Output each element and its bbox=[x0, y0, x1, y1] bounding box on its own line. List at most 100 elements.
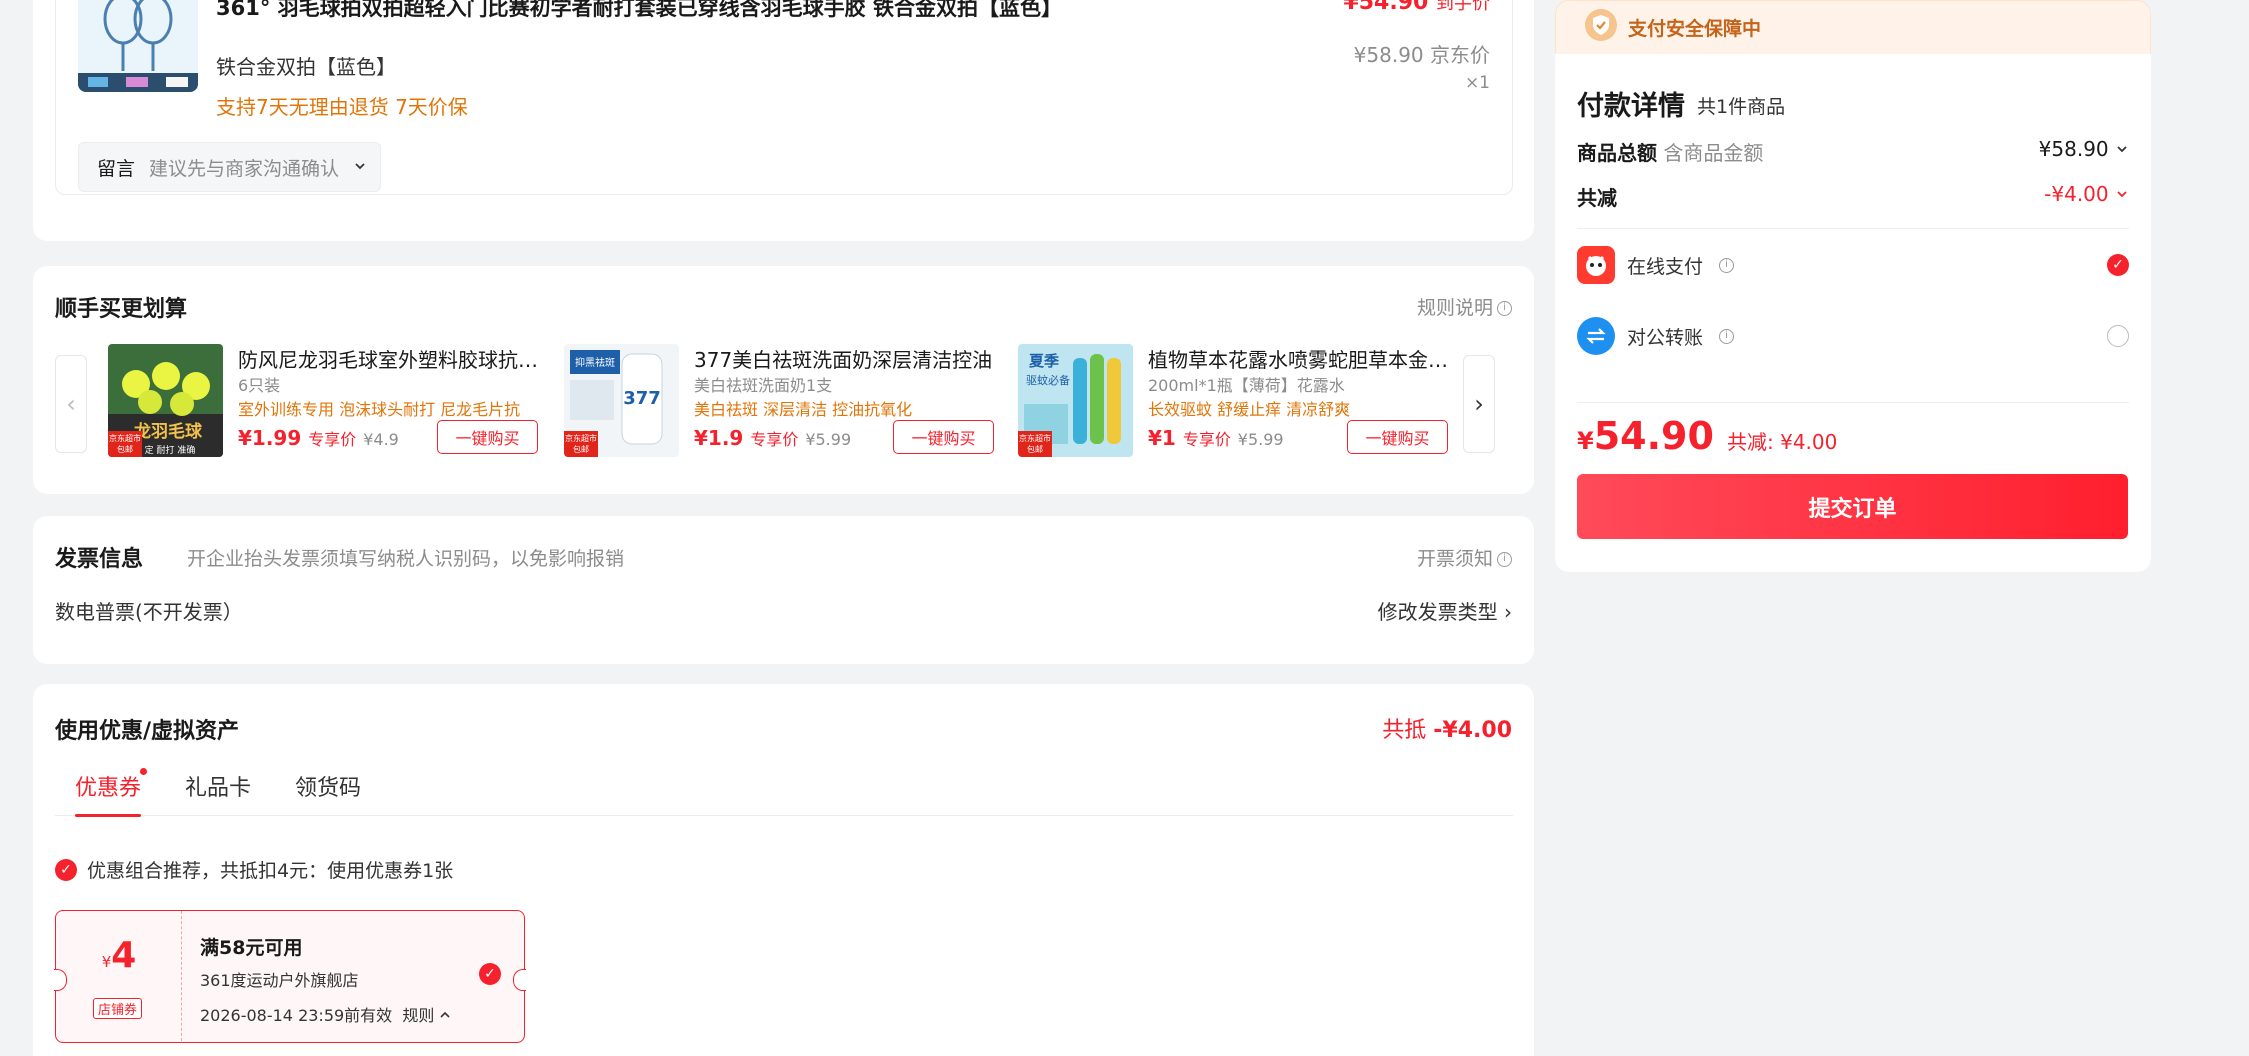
coupon-total-label: 共抵 bbox=[1382, 718, 1427, 743]
coupon-rule-link[interactable]: 规则 bbox=[402, 1006, 434, 1025]
total-sub: 含商品金额 bbox=[1663, 141, 1764, 165]
coupon-recommend[interactable]: ✓ 优惠组合推荐，共抵扣4元：使用优惠券1张 bbox=[55, 856, 453, 883]
addon-price-value: ¥1 bbox=[1148, 426, 1176, 450]
invoice-type: 数电普票(不开发票） bbox=[55, 600, 243, 624]
divider bbox=[1577, 402, 2129, 403]
thumb-badge: 京东超市 包邮 bbox=[564, 431, 598, 457]
addon-tags: 室外训练专用 泡沫球头耐打 尼龙毛片抗 bbox=[238, 400, 521, 419]
coupon-condition: 满58元可用 bbox=[200, 937, 303, 959]
message-placeholder: 建议先与商家沟通确认 bbox=[149, 157, 340, 180]
tab-redeem-code[interactable]: 领货码 bbox=[295, 770, 361, 816]
total-amount: ¥58.90 bbox=[2038, 137, 2109, 161]
payment-method-online[interactable]: 在线支付 i ✓ bbox=[1577, 245, 2129, 285]
invoice-notice-link[interactable]: 开票须知 i bbox=[1417, 544, 1512, 571]
product-spec: 铁合金双拍【蓝色】 bbox=[216, 55, 396, 79]
addon-price: ¥1.9 专享价 ¥5.99 bbox=[694, 426, 851, 450]
hand-price-label: 到手价 bbox=[1436, 0, 1490, 14]
transfer-icon bbox=[1577, 317, 1615, 355]
payment-panel: 付款详情 共1件商品 商品总额 含商品金额 ¥58.90 共减 -¥4.00 在… bbox=[1555, 54, 2151, 572]
addon-tags: 长效驱蚊 舒缓止痒 清凉舒爽 bbox=[1148, 400, 1351, 419]
invoice-notice-label: 开票须知 bbox=[1416, 548, 1493, 570]
message-label: 留言 bbox=[97, 157, 136, 180]
coupon-total: 共抵 -¥4.00 bbox=[1382, 712, 1512, 744]
product-title[interactable]: 361° 羽毛球拍双拍超轻入门比赛初学者耐打套装已穿线含羽毛球手胶 铁合金双拍【… bbox=[216, 0, 1216, 22]
discount-label: 共减 bbox=[1577, 186, 1617, 210]
change-invoice-type-link[interactable]: 修改发票类型 › bbox=[1378, 596, 1512, 625]
addon-section: 顺手买更划算 规则说明 i ‹ 龙羽毛球 定 耐打 准确 京东超市 包邮 防风尼龙… bbox=[33, 266, 1534, 494]
coupon-ticket[interactable]: ¥4 店铺券 满58元可用 361度运动户外旗舰店 2026-08-14 23:… bbox=[54, 910, 526, 1043]
invoice-title: 发票信息 bbox=[55, 547, 144, 572]
product-image[interactable] bbox=[78, 0, 198, 92]
coupon-section: 使用优惠/虚拟资产 共抵 -¥4.00 优惠券 礼品卡 领货码 ✓ 优惠组合推荐… bbox=[33, 684, 1534, 1056]
coupon-total-value: -¥4.00 bbox=[1433, 718, 1512, 743]
addon-price-value: ¥1.9 bbox=[694, 426, 744, 450]
total-label: 商品总额 bbox=[1577, 141, 1657, 165]
coupon-title: 使用优惠/虚拟资产 bbox=[55, 719, 240, 744]
addon-sub: 美白祛斑洗面奶1支 bbox=[694, 376, 833, 395]
total-value: ¥58.90 bbox=[2039, 137, 2129, 161]
change-invoice-label: 修改发票类型 bbox=[1377, 600, 1498, 624]
check-icon: ✓ bbox=[55, 858, 77, 881]
addon-thumb[interactable]: 夏季 驱蚊必备 京东超市 包邮 bbox=[1018, 344, 1133, 457]
addon-buy-button[interactable]: 一键购买 bbox=[1347, 420, 1448, 454]
thumb-text: 龙羽毛球 bbox=[133, 421, 203, 442]
product-guarantee: 支持7天无理由退货 7天价保 bbox=[216, 95, 468, 119]
discount-value: -¥4.00 bbox=[2044, 182, 2129, 206]
addon-rules-link[interactable]: 规则说明 i bbox=[1417, 293, 1512, 320]
addon-price-label: 专享价 bbox=[750, 430, 799, 449]
submit-order-button[interactable]: 提交订单 bbox=[1577, 474, 2128, 539]
addon-name[interactable]: 植物草本花露水喷雾蛇胆草本金银花 bbox=[1148, 344, 1448, 373]
invoice-section: 发票信息 开企业抬头发票须填写纳税人识别码，以免影响报销 开票须知 i 数电普票(… bbox=[33, 516, 1534, 664]
product-jd-price: ¥58.90 京东价 bbox=[1353, 43, 1490, 67]
tab-label: 领货码 bbox=[295, 776, 362, 801]
coupon-currency: ¥ bbox=[101, 953, 112, 971]
discount-row[interactable]: 共减 -¥4.00 bbox=[1577, 182, 2129, 211]
carousel-next-button[interactable]: › bbox=[1463, 355, 1495, 453]
addon-orig-price: ¥5.99 bbox=[1237, 430, 1284, 449]
payment-method-transfer[interactable]: 对公转账 i bbox=[1577, 316, 2129, 356]
coupon-selected-check-icon[interactable]: ✓ bbox=[479, 963, 501, 985]
total-row[interactable]: 商品总额 含商品金额 ¥58.90 bbox=[1577, 137, 2129, 166]
final-currency: ¥ bbox=[1577, 427, 1594, 455]
method-online-label: 在线支付 bbox=[1627, 255, 1704, 278]
addon-buy-button[interactable]: 一键购买 bbox=[893, 420, 994, 454]
shield-icon bbox=[1584, 8, 1618, 47]
tab-label: 礼品卡 bbox=[185, 776, 252, 801]
chevron-right-icon: › bbox=[1504, 600, 1512, 624]
selected-check-icon: ✓ bbox=[2107, 254, 2129, 276]
info-icon: i bbox=[1497, 552, 1512, 567]
chevron-up-icon bbox=[439, 1006, 451, 1025]
info-icon[interactable]: i bbox=[1719, 257, 1735, 273]
addon-name[interactable]: 377美白祛斑洗面奶深层清洁控油 bbox=[694, 344, 994, 373]
coupon-value-area: ¥4 店铺券 bbox=[56, 911, 182, 1041]
addon-item: 龙羽毛球 定 耐打 准确 京东超市 包邮 防风尼龙羽毛球室外塑料胶球抗风耐打 6… bbox=[108, 344, 538, 460]
payment-safe-bar: 支付安全保障中 bbox=[1555, 0, 2151, 55]
chevron-down-icon bbox=[2115, 137, 2129, 161]
product-quantity: ×1 bbox=[1464, 73, 1490, 93]
addon-name[interactable]: 防风尼龙羽毛球室外塑料胶球抗风耐打 bbox=[238, 344, 538, 373]
chevron-down-icon bbox=[353, 156, 367, 178]
final-amount: 54.90 bbox=[1593, 414, 1714, 458]
coupon-amount: ¥4 bbox=[56, 935, 182, 976]
tab-coupon[interactable]: 优惠券 bbox=[75, 768, 148, 817]
tab-gift-card[interactable]: 礼品卡 bbox=[185, 770, 251, 816]
message-dropdown[interactable]: 留言 建议先与商家沟通确认 bbox=[78, 142, 381, 192]
payment-safe-text: 支付安全保障中 bbox=[1628, 18, 1762, 40]
discount-amount: -¥4.00 bbox=[2044, 182, 2109, 206]
payment-title: 付款详情 bbox=[1577, 91, 1685, 122]
chevron-left-icon: ‹ bbox=[66, 390, 76, 418]
thumb-text: 定 耐打 准确 bbox=[145, 444, 196, 456]
coupon-amount-value: 4 bbox=[111, 935, 137, 976]
radio-unselected[interactable] bbox=[2107, 325, 2129, 347]
addon-rules-label: 规则说明 bbox=[1416, 297, 1493, 319]
carousel-prev-button[interactable]: ‹ bbox=[55, 355, 87, 453]
addon-thumb[interactable]: 抑黑祛斑 377 京东超市 包邮 bbox=[564, 344, 679, 457]
coupon-recommend-text: 优惠组合推荐，共抵扣4元：使用优惠券1张 bbox=[87, 860, 454, 882]
info-icon: i bbox=[1497, 301, 1512, 316]
info-icon[interactable]: i bbox=[1719, 328, 1735, 344]
addon-thumb[interactable]: 龙羽毛球 定 耐打 准确 京东超市 包邮 bbox=[108, 344, 223, 457]
addon-buy-button[interactable]: 一键购买 bbox=[437, 420, 538, 454]
addon-price: ¥1.99 专享价 ¥4.9 bbox=[238, 426, 399, 450]
coupon-expiry: 2026-08-14 23:59前有效 规则 bbox=[200, 1002, 451, 1026]
addon-item: 夏季 驱蚊必备 京东超市 包邮 植物草本花露水喷雾蛇胆草本金银花 200ml*1… bbox=[1018, 344, 1448, 460]
